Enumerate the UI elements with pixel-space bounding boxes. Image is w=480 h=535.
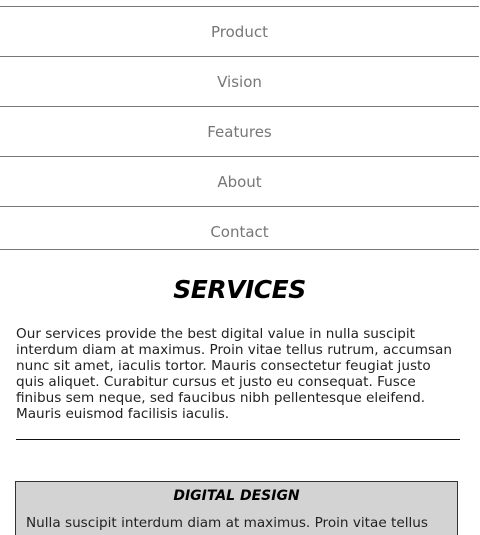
section-divider bbox=[16, 439, 460, 440]
service-card-text: Nulla suscipit interdum diam at maximus.… bbox=[26, 515, 428, 531]
services-heading: SERVICES bbox=[173, 275, 306, 304]
nav-item-features[interactable]: Features bbox=[0, 107, 479, 157]
nav-item-product[interactable]: Product bbox=[0, 7, 479, 57]
service-card-digital-design: DIGITAL DESIGN Nulla suscipit interdum d… bbox=[15, 481, 458, 535]
nav-item-about[interactable]: About bbox=[0, 157, 479, 207]
nav-item-contact[interactable]: Contact bbox=[0, 207, 479, 250]
nav-item-vision[interactable]: Vision bbox=[0, 57, 479, 107]
services-intro: Our services provide the best digital va… bbox=[16, 326, 452, 422]
main-nav: Product Vision Features About Contact bbox=[0, 6, 479, 250]
service-card-title: DIGITAL DESIGN bbox=[173, 488, 300, 504]
